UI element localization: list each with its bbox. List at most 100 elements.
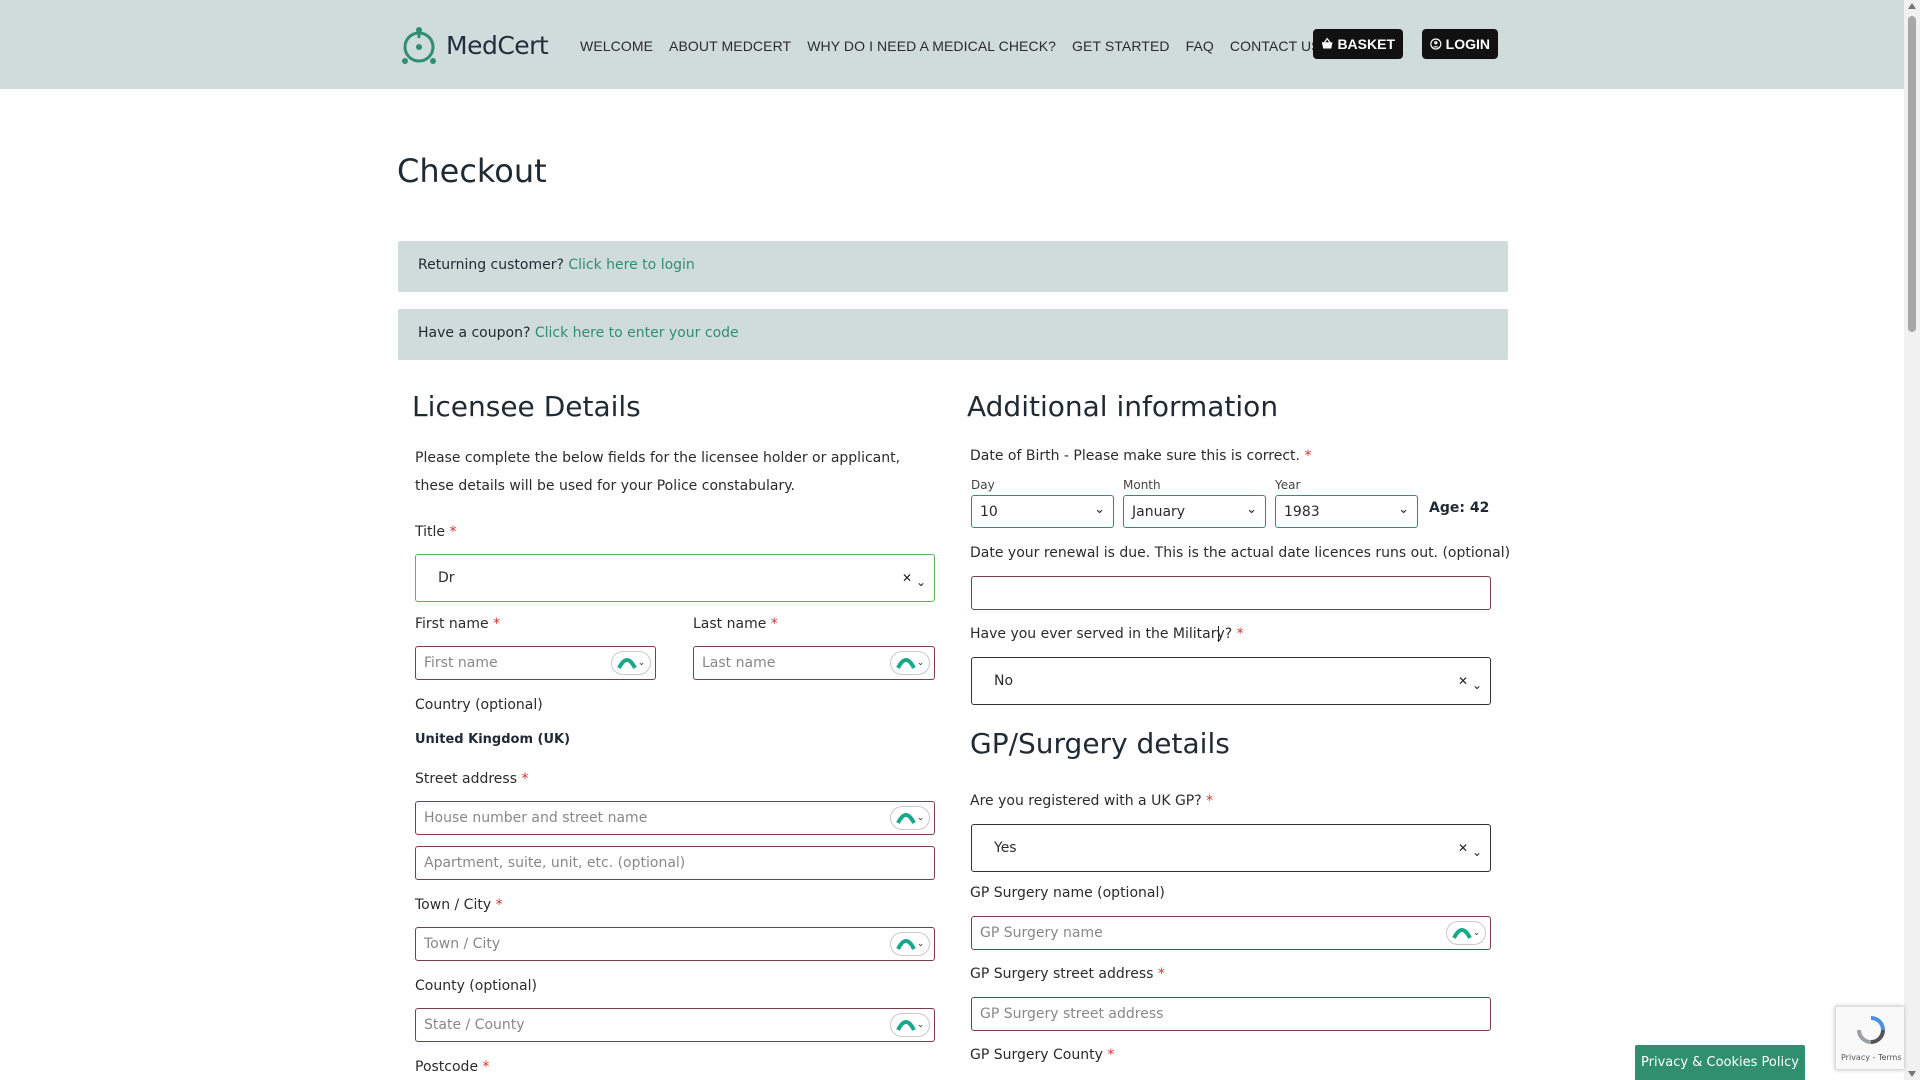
returning-customer-text: Returning customer? (418, 257, 564, 273)
licensee-intro: Please complete the below fields for the… (415, 450, 901, 494)
autofill-extension-icon[interactable]: ⌄ (1446, 921, 1486, 945)
privacy-policy-button[interactable]: Privacy & Cookies Policy (1635, 1045, 1805, 1080)
country-value: United Kingdom (UK) (415, 732, 571, 747)
country-label: Country (optional) (415, 697, 543, 713)
medcert-logo-icon (402, 27, 436, 64)
autofill-extension-icon[interactable]: ⌄ (611, 651, 651, 675)
year-label: Year (1275, 478, 1301, 492)
town-label: Town / City * (415, 897, 503, 913)
licensee-heading: Licensee Details (412, 390, 641, 423)
month-label: Month (1123, 478, 1161, 492)
day-select[interactable]: 10 ⌄ (971, 495, 1114, 528)
surgery-street-label: GP Surgery street address * (970, 966, 1165, 982)
military-value: No (994, 673, 1014, 689)
county-input[interactable]: State / County ⌄ (415, 1008, 935, 1042)
additional-heading: Additional information (967, 390, 1279, 423)
autofill-extension-icon[interactable]: ⌄ (890, 651, 930, 675)
renewal-date-input[interactable] (971, 576, 1491, 610)
clear-icon[interactable]: ✕ (902, 571, 912, 585)
street-label: Street address * (415, 771, 529, 787)
chevron-down-icon: ⌄ (1094, 502, 1105, 517)
title-label: Title * (415, 524, 457, 540)
day-value: 10 (980, 503, 998, 520)
basket-label: BASKET (1337, 36, 1395, 52)
month-value: January (1132, 503, 1186, 520)
title-value: Dr (438, 570, 455, 586)
military-select[interactable]: No ✕ ⌄ (971, 657, 1491, 705)
day-label: Day (971, 478, 995, 492)
chevron-down-icon[interactable]: ⌄ (916, 575, 926, 589)
last-name-input[interactable]: Last name ⌄ (693, 646, 935, 680)
clear-icon[interactable]: ✕ (1458, 674, 1468, 688)
page-scrollbar[interactable] (1904, 0, 1920, 1080)
street-2-placeholder: Apartment, suite, unit, etc. (optional) (424, 855, 686, 871)
surgery-county-label: GP Surgery County * (970, 1047, 1115, 1063)
gp-registered-label: Are you registered with a UK GP? * (970, 793, 1214, 809)
brand-logo[interactable]: MedCert (398, 24, 549, 66)
basket-button[interactable]: BASKET (1313, 29, 1403, 59)
town-placeholder: Town / City (424, 936, 501, 952)
user-circle-icon (1430, 38, 1442, 50)
brand-name: MedCert (446, 30, 549, 60)
street-address-2-input[interactable]: Apartment, suite, unit, etc. (optional) (415, 846, 935, 880)
first-name-label: First name * (415, 616, 501, 632)
nav-about[interactable]: ABOUT MEDCERT (669, 38, 791, 54)
scrollbar-thumb[interactable] (1908, 16, 1916, 332)
recaptcha-terms[interactable]: Privacy - Terms (1841, 1053, 1902, 1062)
nav-why-medical-check[interactable]: WHY DO I NEED A MEDICAL CHECK? (807, 38, 1056, 54)
scroll-up-icon[interactable] (1908, 3, 1916, 9)
year-value: 1983 (1284, 503, 1320, 520)
recaptcha-badge[interactable]: Privacy - Terms (1835, 1006, 1904, 1070)
autofill-extension-icon[interactable]: ⌄ (890, 806, 930, 830)
nav-contact[interactable]: CONTACT US (1230, 38, 1321, 54)
age-display: Age: 42 (1429, 500, 1490, 516)
title-select[interactable]: Dr ✕ ⌄ (415, 554, 935, 602)
last-name-label: Last name * (693, 616, 778, 632)
year-select[interactable]: 1983 ⌄ (1275, 495, 1418, 528)
recaptcha-icon (1857, 1016, 1885, 1044)
street-address-input[interactable]: House number and street name ⌄ (415, 801, 935, 835)
basket-icon (1321, 37, 1333, 49)
surgery-name-label: GP Surgery name (optional) (970, 885, 1165, 901)
scroll-down-icon[interactable] (1908, 1071, 1916, 1077)
chevron-down-icon: ⌄ (1246, 502, 1257, 517)
renewal-label: Date your renewal is due. This is the ac… (970, 545, 1511, 561)
surgery-street-placeholder: GP Surgery street address (980, 1006, 1164, 1022)
coupon-text: Have a coupon? (418, 325, 531, 341)
clear-icon[interactable]: ✕ (1458, 841, 1468, 855)
coupon-link[interactable]: Click here to enter your code (535, 325, 739, 341)
surgery-street-input[interactable]: GP Surgery street address (971, 997, 1491, 1031)
nav-faq[interactable]: FAQ (1186, 38, 1214, 54)
month-select[interactable]: January ⌄ (1123, 495, 1266, 528)
login-label: LOGIN (1445, 36, 1490, 52)
login-link[interactable]: Click here to login (568, 257, 694, 273)
military-label: Have you ever served in the Military? * (970, 626, 1244, 642)
returning-customer-notice: Returning customer? Click here to login (398, 241, 1508, 292)
autofill-extension-icon[interactable]: ⌄ (890, 932, 930, 956)
main-nav: WELCOME ABOUT MEDCERT WHY DO I NEED A ME… (580, 38, 1337, 54)
chevron-down-icon[interactable]: ⌄ (1472, 845, 1482, 859)
gp-registered-select[interactable]: Yes ✕ ⌄ (971, 824, 1491, 872)
first-name-placeholder: First name (424, 655, 498, 671)
gp-heading: GP/Surgery details (970, 727, 1230, 760)
street-placeholder: House number and street name (424, 810, 648, 826)
gp-registered-value: Yes (994, 840, 1017, 856)
chevron-down-icon[interactable]: ⌄ (1472, 678, 1482, 692)
last-name-placeholder: Last name (702, 655, 776, 671)
county-label: County (optional) (415, 978, 537, 994)
nav-get-started[interactable]: GET STARTED (1072, 38, 1170, 54)
chevron-down-icon: ⌄ (1398, 502, 1409, 517)
county-placeholder: State / County (424, 1017, 525, 1033)
nav-welcome[interactable]: WELCOME (580, 38, 653, 54)
dob-label: Date of Birth - Please make sure this is… (970, 448, 1312, 464)
text-cursor (1218, 626, 1219, 642)
town-input[interactable]: Town / City ⌄ (415, 927, 935, 961)
surgery-name-input[interactable]: GP Surgery name ⌄ (971, 916, 1491, 950)
surgery-name-placeholder: GP Surgery name (980, 925, 1103, 941)
first-name-input[interactable]: First name ⌄ (415, 646, 656, 680)
site-header: MedCert WELCOME ABOUT MEDCERT WHY DO I N… (0, 0, 1904, 89)
login-button[interactable]: LOGIN (1422, 29, 1498, 59)
postcode-label: Postcode * (415, 1059, 490, 1075)
autofill-extension-icon[interactable]: ⌄ (890, 1013, 930, 1037)
coupon-notice: Have a coupon? Click here to enter your … (398, 309, 1508, 360)
